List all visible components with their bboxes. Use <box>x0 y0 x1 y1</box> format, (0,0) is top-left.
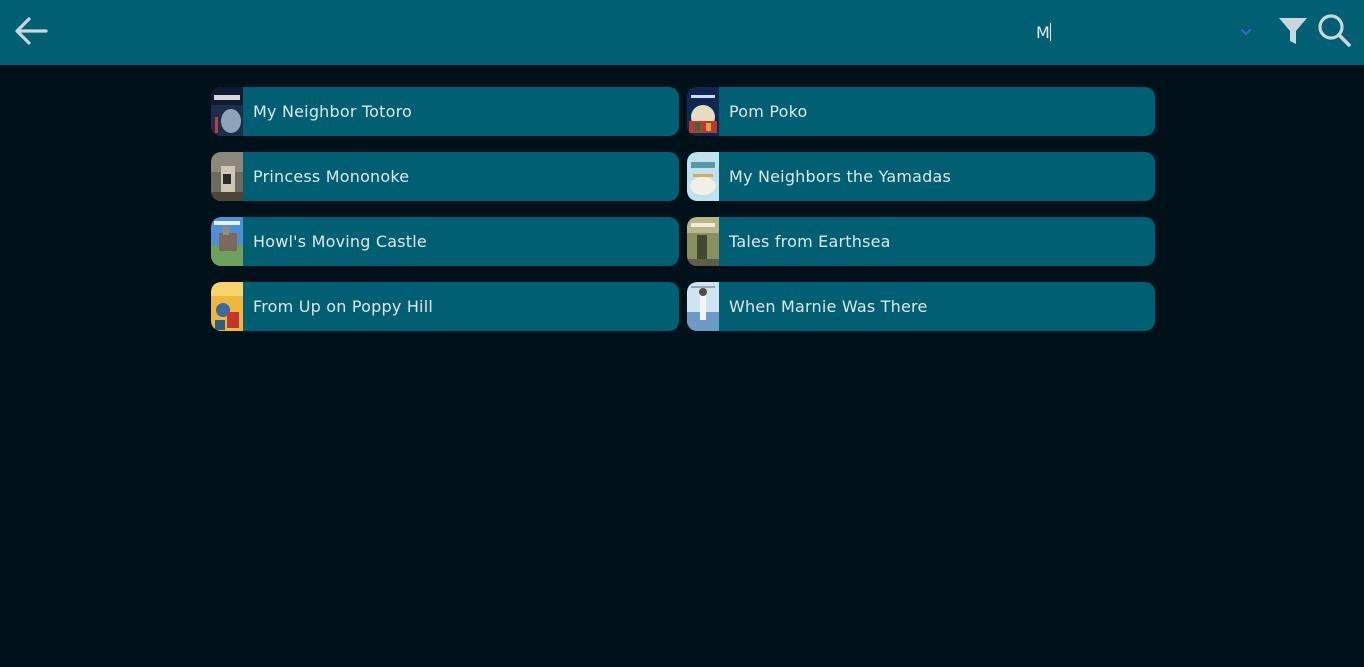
result-card[interactable]: Princess Mononoke <box>211 152 679 201</box>
result-card[interactable]: Tales from Earthsea <box>687 217 1155 266</box>
top-bar <box>0 0 1364 65</box>
my-neighbors-the-yamadas-poster <box>687 152 719 201</box>
from-up-on-poppy-hill-poster <box>211 282 243 331</box>
result-title: Princess Mononoke <box>253 167 410 186</box>
result-title: Tales from Earthsea <box>729 232 891 251</box>
back-button[interactable] <box>12 12 52 52</box>
search-box <box>1030 18 1260 46</box>
result-card[interactable]: My Neighbor Totoro <box>211 87 679 136</box>
search-button[interactable] <box>1316 12 1354 50</box>
result-title: My Neighbors the Yamadas <box>729 167 952 186</box>
search-suggestions-toggle[interactable] <box>1238 24 1254 40</box>
result-card[interactable]: From Up on Poppy Hill <box>211 282 679 331</box>
result-card[interactable]: Pom Poko <box>687 87 1155 136</box>
arrow-left-icon <box>15 17 48 45</box>
tales-from-earthsea-poster <box>687 217 719 266</box>
result-card[interactable]: When Marnie Was There <box>687 282 1155 331</box>
filter-icon <box>1279 18 1307 44</box>
when-marnie-was-there-poster <box>687 282 719 331</box>
result-title: When Marnie Was There <box>729 297 928 316</box>
search-input[interactable] <box>1030 18 1230 46</box>
result-title: My Neighbor Totoro <box>253 102 413 121</box>
result-title: Pom Poko <box>729 102 808 121</box>
chevron-down-icon <box>1241 29 1251 35</box>
result-card[interactable]: My Neighbors the Yamadas <box>687 152 1155 201</box>
my-neighbor-totoro-poster <box>211 87 243 136</box>
results-grid: My Neighbor Totoro Pom Poko Princess Mon… <box>211 87 1155 331</box>
result-title: From Up on Poppy Hill <box>253 297 433 316</box>
text-cursor <box>1050 23 1051 41</box>
result-title: Howl's Moving Castle <box>253 232 427 251</box>
pom-poko-poster <box>687 87 719 136</box>
princess-mononoke-poster <box>211 152 243 201</box>
search-icon <box>1318 14 1351 47</box>
filter-button[interactable] <box>1276 14 1310 48</box>
howls-moving-castle-poster <box>211 217 243 266</box>
result-card[interactable]: Howl's Moving Castle <box>211 217 679 266</box>
